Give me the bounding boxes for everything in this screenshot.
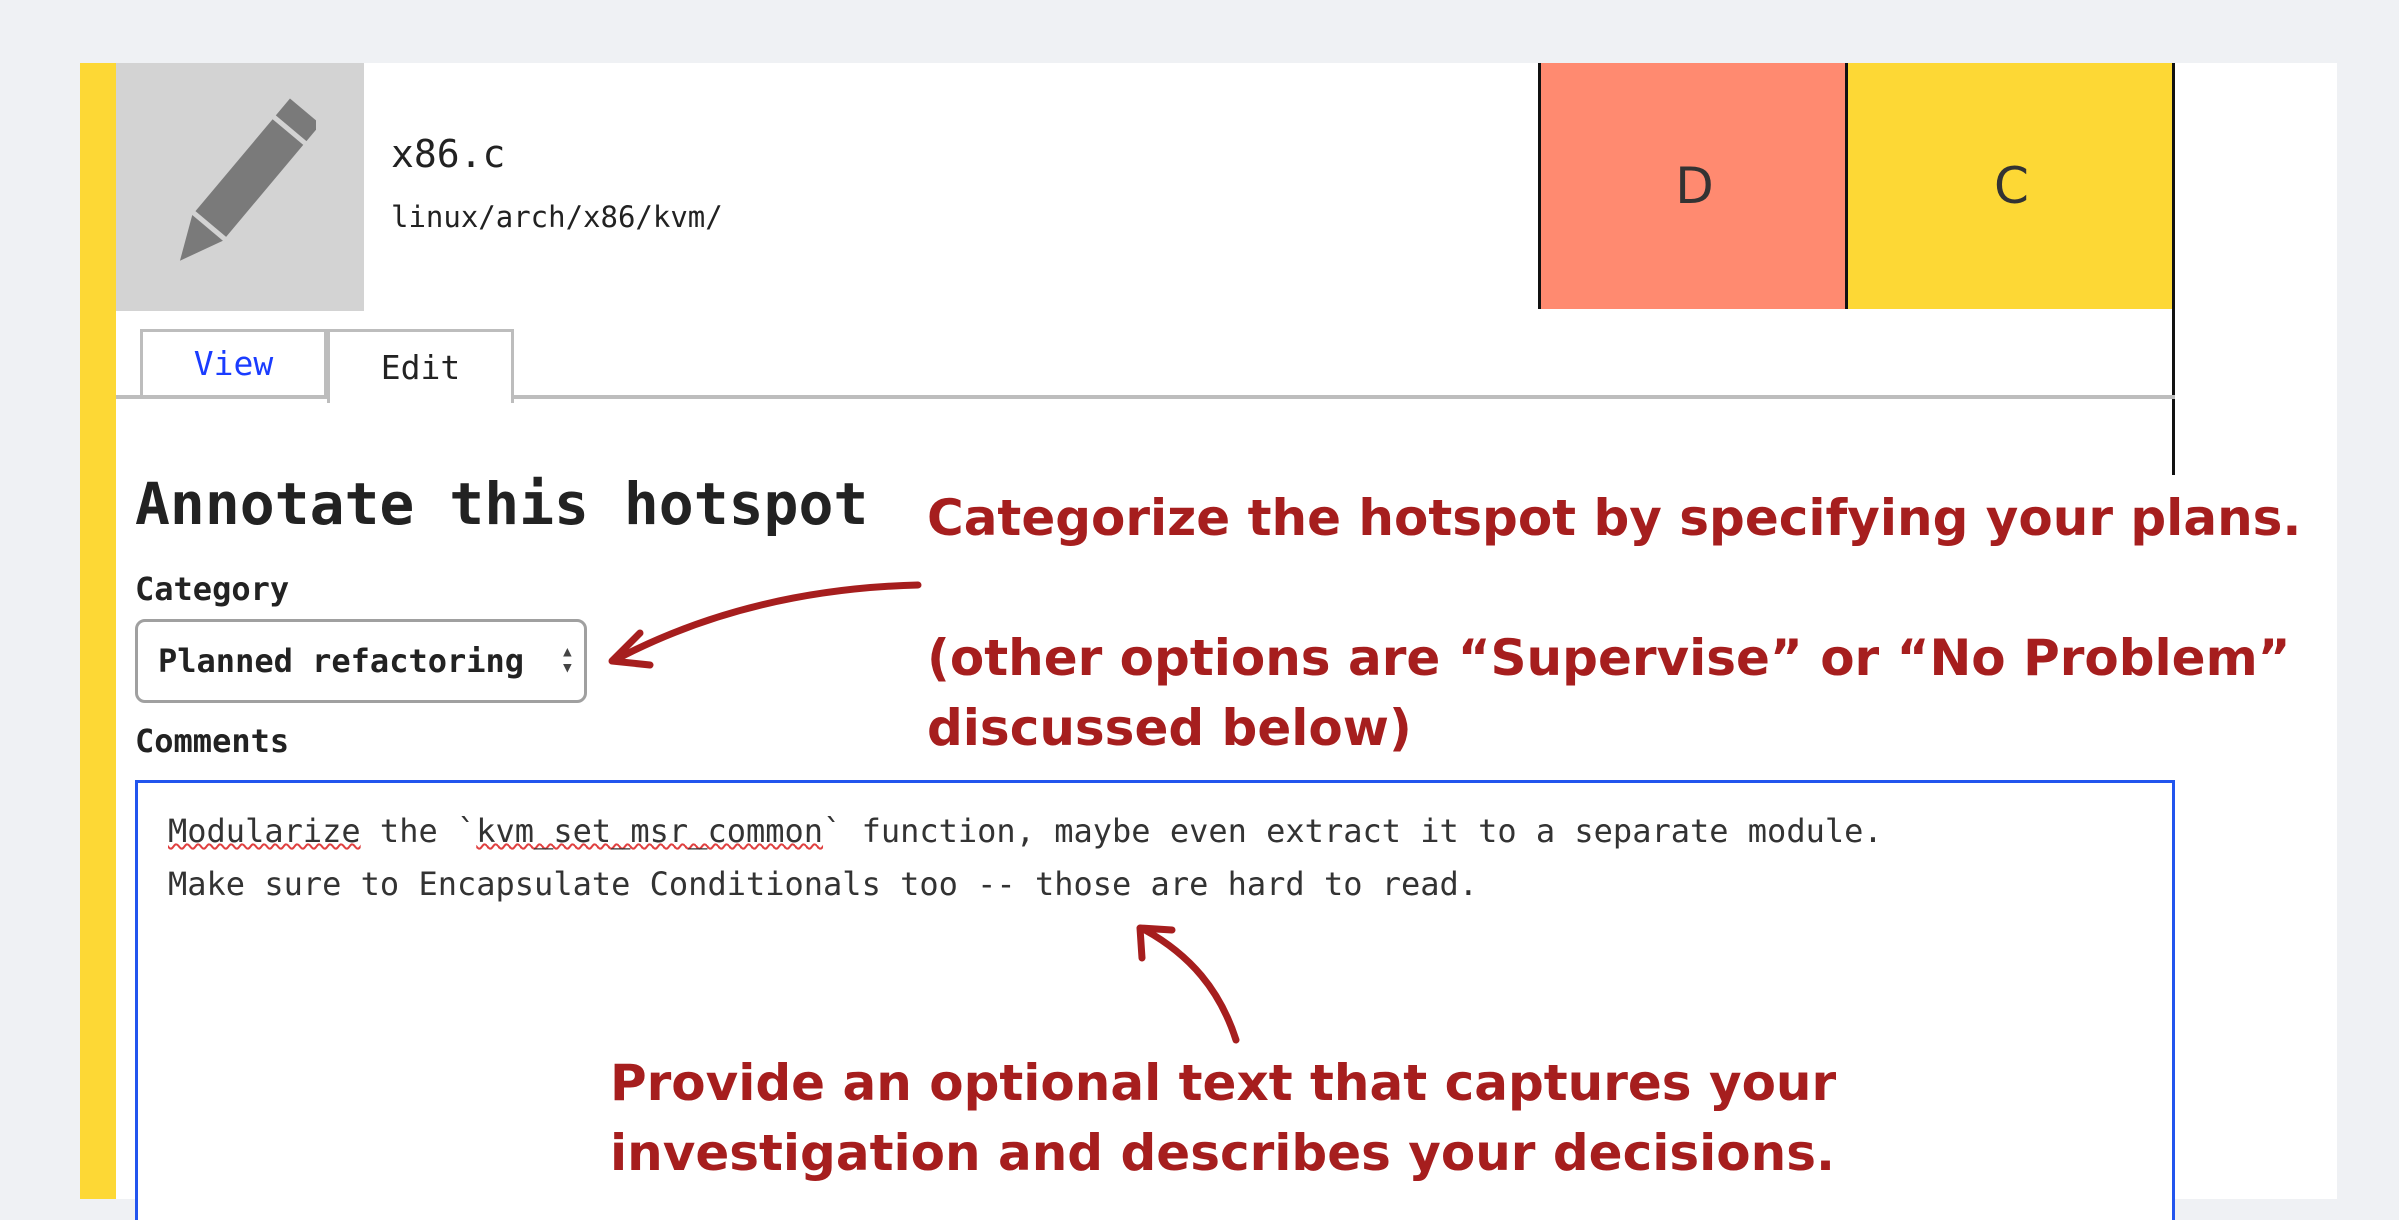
page-title: Annotate this hotspot (135, 470, 869, 538)
select-caret-icon: ▴ ▾ (560, 639, 574, 680)
comments-line-1: Modularize the `kvm_set_msr_common` func… (168, 805, 2142, 858)
grade-d-label: D (1675, 157, 1714, 215)
pencil-icon (179, 98, 316, 261)
tab-edit[interactable]: Edit (327, 329, 514, 403)
category-select-value: Planned refactoring (158, 642, 525, 680)
comments-text-mid: the ` (360, 812, 477, 850)
comments-line-2: Make sure to Encapsulate Conditionals to… (168, 865, 1479, 903)
accent-bar (80, 63, 116, 1199)
category-select[interactable]: Planned refactoring ▴ ▾ (135, 619, 587, 703)
annotation-options: (other options are “Supervise” or “No Pr… (927, 629, 2291, 757)
annotation-category: Categorize the hotspot by specifying you… (927, 489, 2302, 547)
grade-c-label: C (1994, 157, 2029, 215)
comments-word-function: kvm_set_msr_common (476, 812, 824, 850)
comments-label: Comments (135, 722, 290, 760)
tab-view[interactable]: View (140, 329, 327, 399)
comments-word-modularize: Modularize (168, 812, 361, 850)
grade-c-badge: C (1845, 63, 2175, 309)
category-label: Category (135, 570, 290, 608)
file-name: x86.c (391, 132, 506, 176)
file-icon-box (116, 63, 364, 311)
comments-text-rest: ` function, maybe even extract it to a s… (823, 812, 1883, 850)
grade-d-badge: D (1538, 63, 1848, 309)
file-path: linux/arch/x86/kvm/ (391, 200, 723, 234)
annotation-comments: Provide an optional text that captures y… (610, 1054, 1837, 1182)
card-right-border (2172, 63, 2175, 475)
